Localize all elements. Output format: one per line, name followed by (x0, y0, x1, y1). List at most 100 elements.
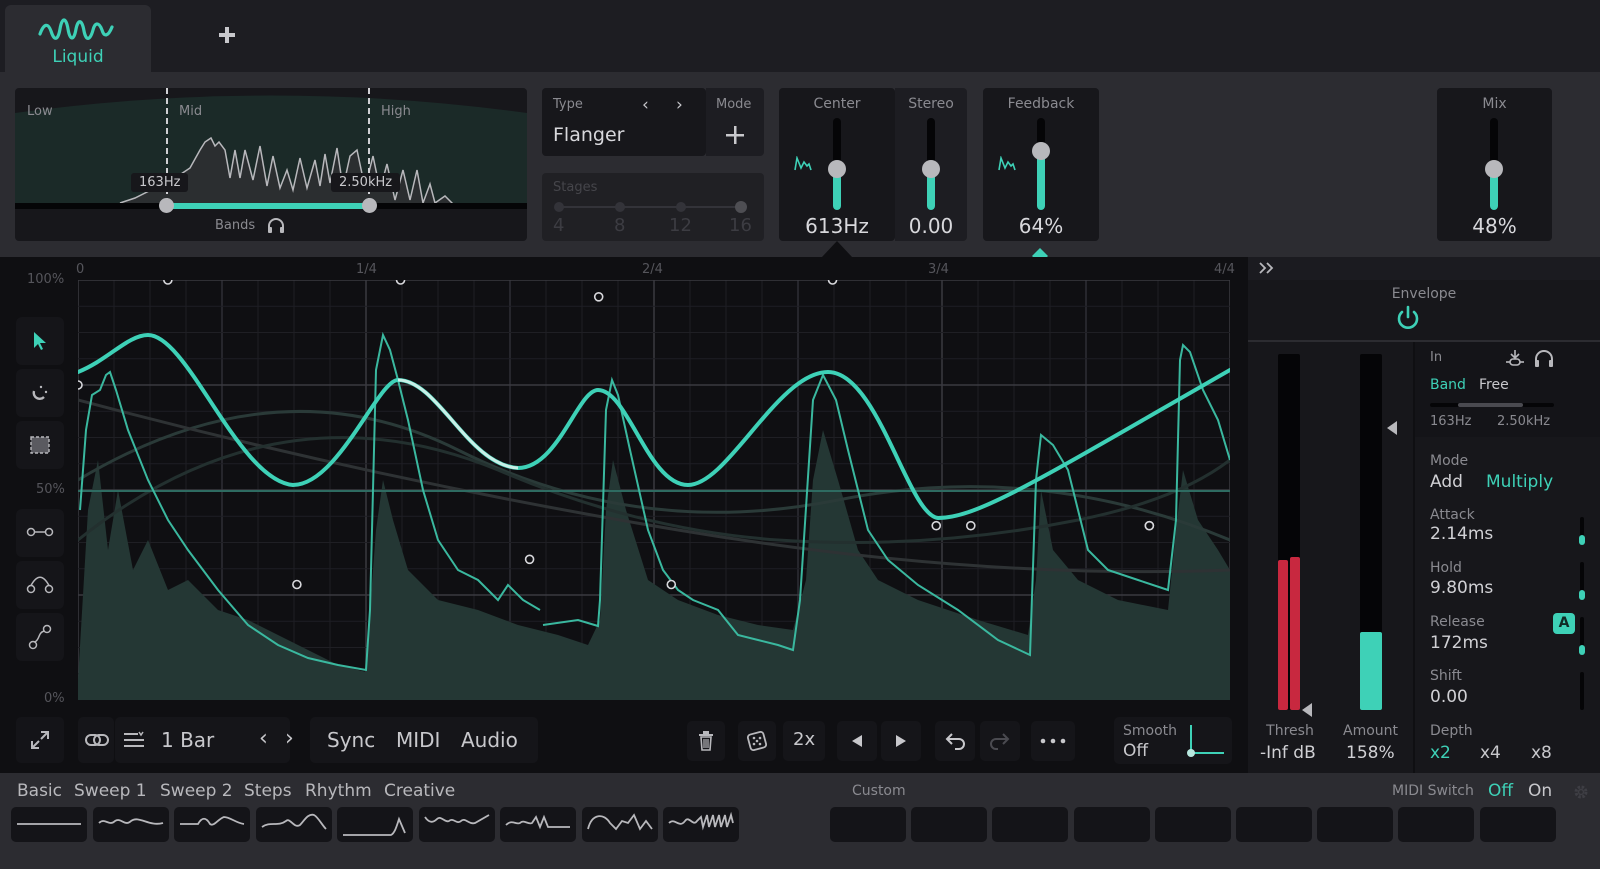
in-free-option[interactable]: Free (1479, 377, 1509, 393)
preset-noise-wave[interactable] (663, 807, 739, 842)
type-prev-button[interactable]: ‹ (642, 95, 649, 115)
lfo-graph[interactable] (78, 280, 1230, 700)
preset-category-basic[interactable]: Basic (17, 781, 62, 801)
headphones-icon[interactable] (1534, 349, 1554, 368)
mode-add-option[interactable]: Add (1430, 472, 1463, 492)
trigger-sync[interactable]: Sync (327, 728, 375, 752)
rate-selector[interactable]: 1 Bar ‹ › (115, 717, 294, 763)
rate-next-button[interactable]: › (285, 726, 294, 751)
depth-x4-option[interactable]: x4 (1480, 743, 1501, 763)
type-next-button[interactable]: › (676, 95, 683, 115)
custom-preset-slot[interactable] (1236, 807, 1312, 842)
stereo-slider[interactable] (922, 118, 940, 210)
lfo-point[interactable] (1144, 520, 1155, 531)
custom-preset-slot[interactable] (1479, 807, 1556, 842)
tab-liquid[interactable]: Liquid (5, 5, 151, 72)
preset-step-wave[interactable] (174, 807, 250, 842)
preset-category-sweep1[interactable]: Sweep 1 (74, 781, 147, 801)
preset-hump-wave[interactable] (581, 807, 658, 842)
preset-wobble[interactable] (92, 807, 169, 842)
custom-preset-slot[interactable] (1317, 807, 1394, 842)
stage-dot[interactable] (615, 202, 625, 212)
type-selector[interactable]: Type ‹ › Flanger (542, 88, 706, 156)
custom-preset-slot[interactable] (911, 807, 988, 842)
lfo-point[interactable] (827, 280, 838, 285)
power-icon[interactable] (1395, 305, 1421, 331)
hold-slider[interactable] (1579, 562, 1585, 600)
lfo-point[interactable] (395, 280, 406, 285)
amount-meter[interactable] (1360, 354, 1382, 710)
preset-zigzag[interactable] (418, 807, 495, 842)
scurve-tool[interactable] (16, 613, 64, 661)
depth-x2-option[interactable]: x2 (1430, 743, 1451, 763)
shift-left-button[interactable] (837, 721, 877, 761)
more-button[interactable] (1031, 721, 1075, 761)
link-button[interactable] (78, 717, 114, 763)
stage-dot[interactable] (554, 202, 564, 212)
shift-right-button[interactable] (881, 721, 921, 761)
input-range-slider[interactable] (1430, 403, 1554, 407)
midi-switch-on[interactable]: On (1528, 781, 1552, 801)
lfo-point[interactable] (593, 291, 604, 302)
snap-tool[interactable] (16, 369, 64, 417)
randomize-button[interactable] (738, 721, 776, 761)
lfo-point[interactable] (965, 520, 976, 531)
arc-tool[interactable] (16, 561, 64, 609)
lfo-point[interactable] (163, 280, 173, 285)
custom-preset-slot[interactable] (992, 807, 1069, 842)
undo-button[interactable] (935, 721, 975, 761)
preset-category-rhythm[interactable]: Rhythm (305, 781, 372, 801)
stage-dot[interactable] (676, 202, 686, 212)
attack-slider[interactable] (1579, 517, 1585, 545)
preset-wave-dip[interactable] (500, 807, 576, 842)
amount-handle-icon[interactable] (1386, 420, 1398, 436)
preset-flat[interactable] (11, 807, 87, 842)
thresh-handle-icon[interactable] (1301, 702, 1313, 718)
gear-icon[interactable] (1572, 783, 1590, 801)
redo-button[interactable] (980, 721, 1020, 761)
release-auto-toggle[interactable]: A (1553, 613, 1575, 634)
depth-x8-option[interactable]: x8 (1531, 743, 1552, 763)
lfo-point[interactable] (78, 380, 83, 390)
trigger-audio[interactable]: Audio (461, 728, 518, 752)
low-crossover-handle[interactable] (159, 198, 174, 213)
expand-button[interactable] (16, 717, 64, 763)
feedback-slider[interactable] (1032, 118, 1050, 210)
midi-switch-off[interactable]: Off (1488, 781, 1513, 801)
add-tab-button[interactable] (210, 18, 244, 52)
custom-preset-slot[interactable] (1398, 807, 1475, 842)
sidechain-icon[interactable] (1505, 349, 1525, 369)
preset-category-sweep2[interactable]: Sweep 2 (160, 781, 233, 801)
smooth-control[interactable]: Smooth Off (1114, 717, 1232, 764)
lfo-point[interactable] (524, 554, 535, 565)
custom-preset-slot[interactable] (1154, 807, 1231, 842)
delete-button[interactable] (687, 721, 725, 761)
lfo-point[interactable] (292, 579, 302, 590)
select-tool[interactable] (16, 317, 64, 365)
line-tool[interactable] (16, 509, 64, 557)
lfo-point[interactable] (931, 520, 942, 531)
in-band-option[interactable]: Band (1430, 377, 1466, 393)
preset-category-steps[interactable]: Steps (244, 781, 292, 801)
high-crossover-handle[interactable] (362, 198, 377, 213)
release-slider[interactable] (1579, 617, 1585, 655)
custom-preset-slot[interactable] (830, 807, 906, 842)
thresh-meter[interactable] (1278, 354, 1300, 710)
custom-preset-slot[interactable] (1073, 807, 1150, 842)
mode-multiply-option[interactable]: Multiply (1486, 472, 1553, 492)
marquee-tool[interactable] (16, 421, 64, 469)
preset-sine-rise[interactable] (255, 807, 332, 842)
center-slider[interactable] (828, 118, 846, 210)
rate-prev-button[interactable]: ‹ (259, 726, 268, 751)
stage-dot-selected[interactable] (735, 201, 747, 213)
double-chevron-right-icon[interactable] (1258, 262, 1274, 274)
stages-selector[interactable]: Stages 4 8 12 16 (542, 173, 764, 241)
headphones-icon[interactable] (267, 217, 285, 234)
shift-slider[interactable] (1580, 672, 1584, 710)
trigger-midi[interactable]: MIDI (396, 728, 440, 752)
lfo-point[interactable] (666, 579, 677, 590)
preset-ramp-spike[interactable] (337, 807, 413, 842)
multiply-button[interactable]: 2x (783, 721, 825, 761)
mode-button[interactable]: Mode (706, 88, 764, 156)
preset-category-creative[interactable]: Creative (384, 781, 455, 801)
